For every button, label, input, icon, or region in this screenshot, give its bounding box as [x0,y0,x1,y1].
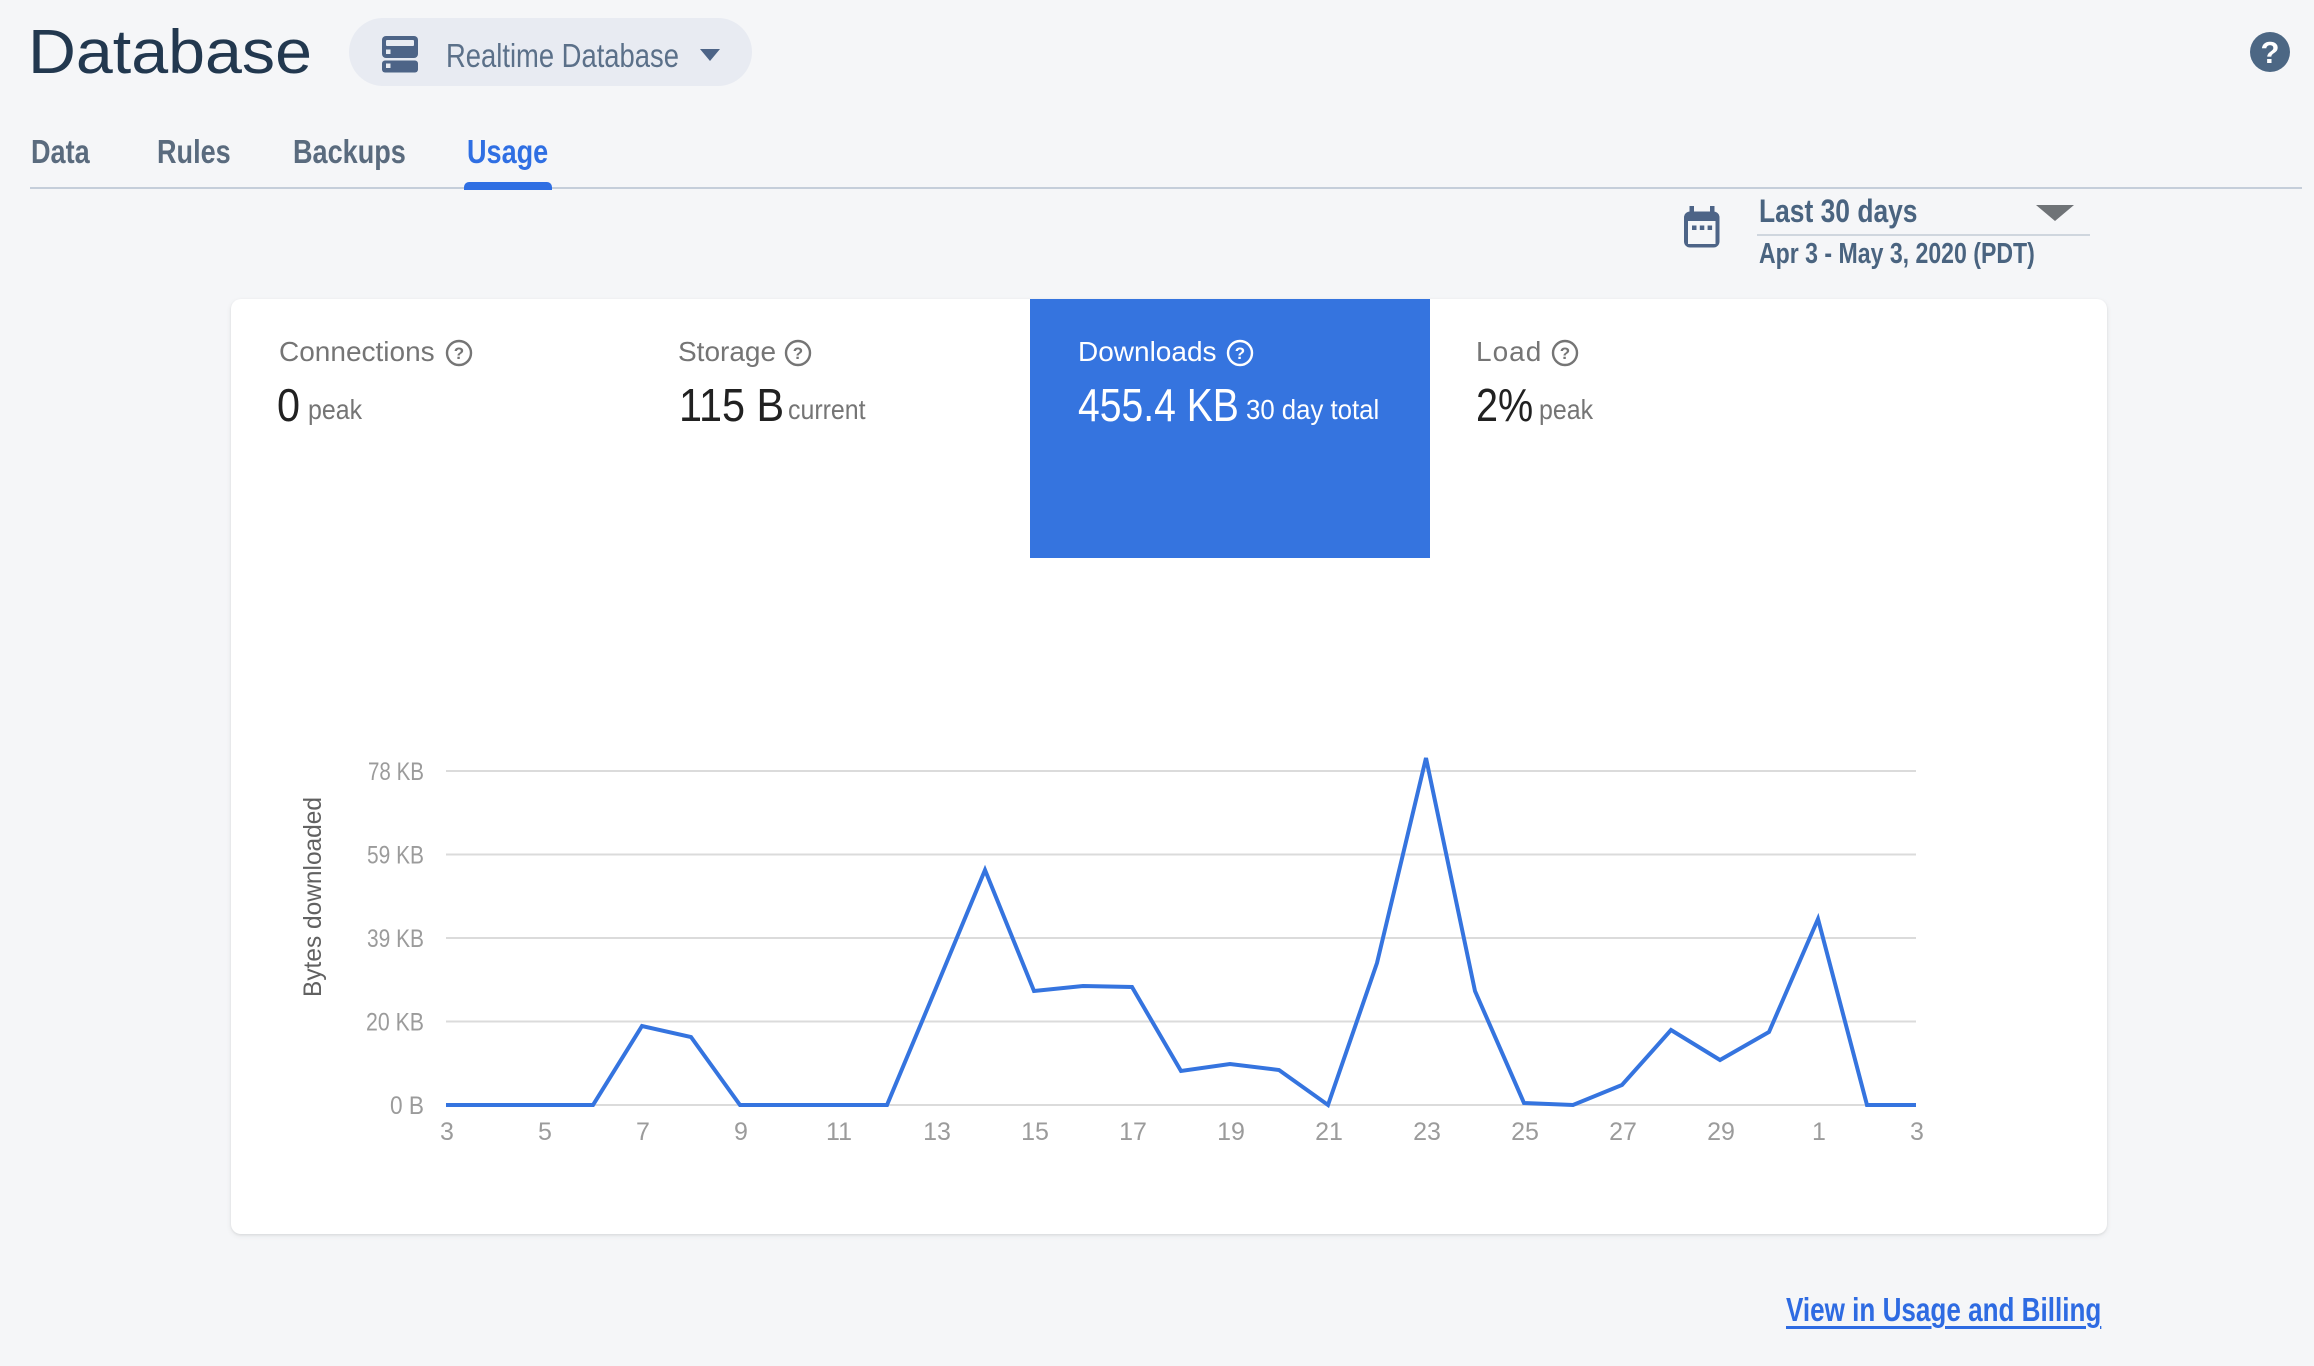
svg-text:9: 9 [734,1118,748,1146]
svg-text:5: 5 [538,1118,552,1146]
svg-text:1: 1 [1812,1118,1826,1146]
svg-text:13: 13 [923,1118,951,1146]
svg-text:20 KB: 20 KB [366,1009,424,1037]
svg-text:19: 19 [1217,1118,1245,1146]
svg-text:11: 11 [826,1118,852,1146]
svg-text:29: 29 [1707,1118,1735,1146]
svg-text:23: 23 [1413,1118,1441,1146]
svg-text:Bytes downloaded: Bytes downloaded [299,797,327,997]
svg-text:21: 21 [1315,1118,1343,1146]
svg-text:3: 3 [1910,1118,1924,1146]
svg-text:27: 27 [1609,1118,1637,1146]
svg-text:15: 15 [1021,1118,1049,1146]
svg-text:17: 17 [1119,1118,1147,1146]
svg-text:7: 7 [636,1118,650,1146]
svg-text:3: 3 [440,1118,454,1146]
svg-text:25: 25 [1511,1118,1539,1146]
svg-text:39 KB: 39 KB [367,925,424,953]
svg-text:78 KB: 78 KB [368,758,424,786]
svg-text:59 KB: 59 KB [367,842,424,870]
svg-text:0 B: 0 B [390,1092,424,1120]
